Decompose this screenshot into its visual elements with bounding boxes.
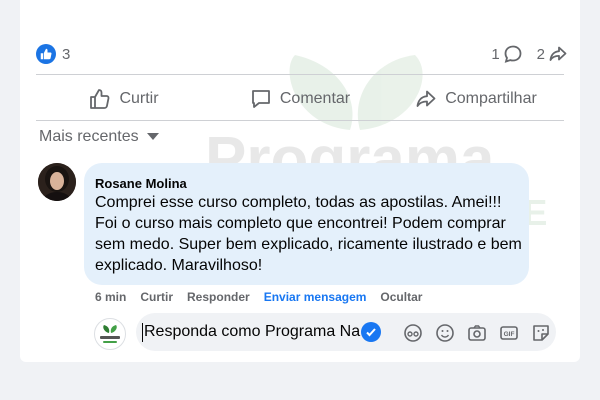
hide-comment-link[interactable]: Ocultar [380,290,422,304]
comment-reply-link[interactable]: Responder [187,290,250,304]
share-count-value: 2 [536,45,545,63]
page-background [0,362,600,400]
commenter-avatar[interactable] [38,163,76,201]
comment-count-icon [504,45,522,63]
like-button[interactable]: Curtir [36,80,212,118]
send-message-link[interactable]: Enviar mensagem [264,290,367,304]
avatar-sticker-icon[interactable] [402,322,424,344]
emoji-icon[interactable] [434,322,456,344]
reaction-count: 3 [62,45,71,63]
caret-down-icon [146,133,159,140]
comment-button[interactable]: Comentar [212,80,388,118]
camera-icon[interactable] [466,322,488,344]
stats-divider [36,74,564,75]
share-count[interactable]: 2 [537,44,568,64]
comment-count[interactable]: 1 [491,44,522,64]
reactions-summary[interactable]: 3 [36,42,70,66]
text-cursor [142,323,143,342]
comment-author[interactable]: Rosane Molina [95,176,187,191]
thumbs-up-icon [90,89,110,109]
like-reaction-icon [36,44,56,64]
post-actions: Curtir Comentar Compartilhar [36,80,564,118]
reply-input[interactable] [144,313,379,351]
comment-button-label: Comentar [279,90,351,107]
page-avatar [94,318,126,350]
comment-icon [251,90,270,108]
comment-like-link[interactable]: Curtir [140,290,173,304]
actions-divider [36,120,564,121]
comment-meta: 6 min Curtir Responder Enviar mensagem O… [95,290,422,304]
share-button-label: Compartilhar [445,90,537,107]
svg-text:GIF: GIF [504,331,515,338]
post-stats: 1 2 [491,42,568,66]
like-button-label: Curtir [119,90,159,107]
gif-icon[interactable]: GIF [498,322,520,344]
comment-count-value: 1 [491,45,500,63]
verified-check-icon [361,322,381,342]
reply-box: GIF [136,313,556,351]
share-button[interactable]: Compartilhar [388,80,564,118]
share-count-icon [549,46,567,61]
reply-tools: GIF [402,322,552,344]
share-icon [416,90,436,107]
sort-label: Mais recentes [39,128,139,145]
comment-text: Comprei esse curso completo, todas as ap… [95,194,522,274]
sticker-icon[interactable] [530,322,552,344]
comment-time[interactable]: 6 min [95,290,126,304]
sort-dropdown[interactable]: Mais recentes [39,128,159,146]
post-card: Programa STORE 3 1 2 Curtir Comentar Com [20,0,580,362]
